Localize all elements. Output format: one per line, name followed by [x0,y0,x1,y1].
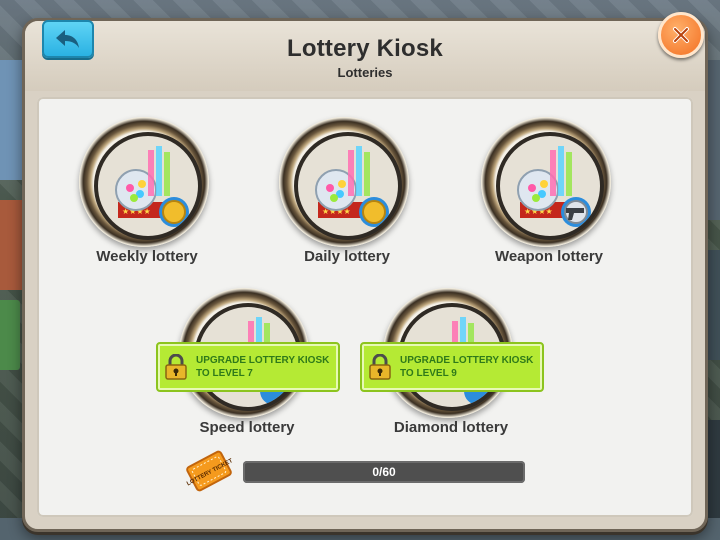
lottery-daily[interactable]: ★★★★ Daily lottery [257,117,437,277]
lottery-label: Weapon lottery [494,248,604,265]
panel-title: Lottery Kiosk [287,35,443,62]
lottery-medal: ★★★★ [279,117,409,247]
lottery-label: Speed lottery [199,419,295,436]
lock-banner-diamond: UPGRADE LOTTERY KIOSK TO LEVEL 9 [360,342,544,392]
lottery-weekly[interactable]: ★★★★ Weekly lottery [57,117,237,277]
lottery-machine-icon: ★★★★ [115,146,189,227]
lottery-medal: ★★★★ [481,117,611,247]
lottery-machine-icon: ★★★★ [315,146,389,227]
lock-text-line2: TO LEVEL 9 [400,368,457,379]
close-icon [673,27,689,43]
panel-subtitle: Lotteries [337,65,393,80]
padlock-icon [165,354,187,380]
lottery-label: Diamond lottery [393,419,509,436]
lock-banner-speed: UPGRADE LOTTERY KIOSK TO LEVEL 7 [156,342,340,392]
panel-header: Lottery Kiosk Lotteries [25,21,705,91]
lottery-label: Daily lottery [304,248,390,265]
lottery-machine-icon: ★★★★ [517,146,591,227]
close-button[interactable] [658,12,704,58]
lock-text-line1: UPGRADE LOTTERY KIOSK [196,355,330,366]
lottery-weapon[interactable]: ★★★★ Weapon lottery [459,117,639,277]
lottery-medal: ★★★★ [79,117,209,247]
ticket-progress-text: 0/60 [372,465,396,479]
lottery-ticket-icon: LOTTERY TICKET [184,448,234,494]
back-button[interactable] [42,20,94,58]
padlock-icon [369,354,391,380]
lock-text-line1: UPGRADE LOTTERY KIOSK [400,355,534,366]
lock-text-line2: TO LEVEL 7 [196,368,253,379]
lottery-label: Weekly lottery [96,248,198,265]
ticket-progress-bar: 0/60 [243,461,525,483]
back-arrow-icon [56,30,79,48]
